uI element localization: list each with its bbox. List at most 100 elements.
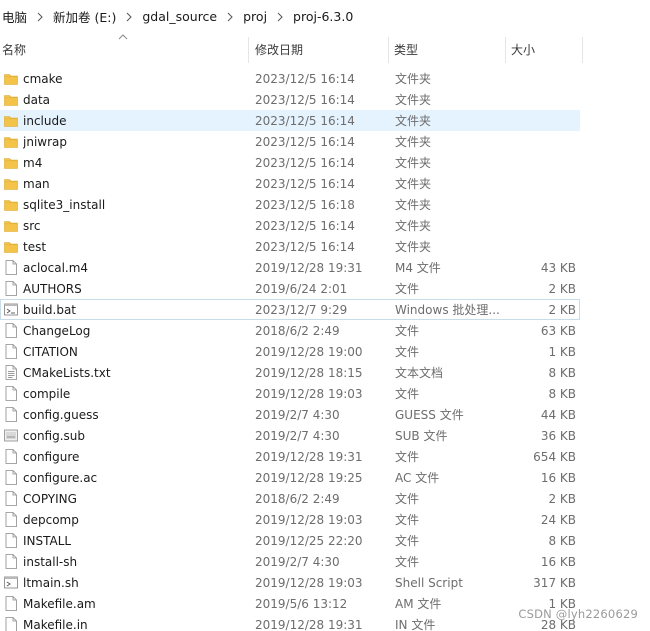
file-row-config-guess[interactable]: config.guess 2019/2/7 4:30 GUESS 文件 44 KB <box>0 404 580 425</box>
column-divider[interactable] <box>505 37 506 63</box>
file-type: 文件夹 <box>395 114 432 128</box>
breadcrumb-item-proj[interactable]: proj <box>241 9 269 24</box>
file-size <box>506 90 576 109</box>
modified-date: 2019/12/28 19:31 <box>255 261 363 275</box>
folder-icon <box>4 134 18 149</box>
file-type: 文件夹 <box>395 72 432 86</box>
file-size: 654 KB <box>533 450 576 464</box>
folder-icon <box>4 218 18 233</box>
modified-date: 2023/12/5 16:14 <box>255 114 355 128</box>
file-row-authors[interactable]: AUTHORS 2019/6/24 2:01 文件 2 KB <box>0 278 580 299</box>
file-type: 文件 <box>395 513 420 527</box>
folder-icon <box>4 239 18 254</box>
file-size <box>506 216 576 235</box>
breadcrumb-item-computer[interactable]: 电脑 <box>0 7 29 26</box>
file-size: 8 KB <box>548 366 576 380</box>
file-icon <box>4 470 18 485</box>
file-size <box>506 111 576 130</box>
watermark: CSDN @lyh2260629 <box>518 607 638 621</box>
file-icon <box>4 491 18 506</box>
modified-date: 2019/12/28 19:03 <box>255 387 363 401</box>
file-row-ltmain-sh[interactable]: ltmain.sh 2019/12/28 19:03 Shell Script 317… <box>0 572 580 593</box>
modified-date: 2023/12/5 16:14 <box>255 240 355 254</box>
file-row-data[interactable]: data 2023/12/5 16:14 文件夹 <box>0 89 580 110</box>
file-type: 文件 <box>395 324 420 338</box>
file-row-makefile-in[interactable]: Makefile.in 2019/12/28 19:31 IN 文件 28 KB <box>0 614 580 631</box>
file-size <box>506 237 576 256</box>
modified-date: 2018/6/2 2:49 <box>255 324 340 338</box>
chevron-right-icon[interactable] <box>118 10 140 23</box>
file-icon <box>4 407 18 422</box>
file-size: 2 KB <box>548 282 576 296</box>
modified-date: 2019/12/28 19:31 <box>255 450 363 464</box>
chevron-right-icon[interactable] <box>219 10 241 23</box>
file-name: COPYING <box>23 492 77 506</box>
column-header-size[interactable]: 大小 <box>511 33 581 63</box>
file-row-include[interactable]: include 2023/12/5 16:14 文件夹 <box>0 110 580 131</box>
column-header-name[interactable]: 名称 <box>2 33 248 63</box>
modified-date: 2019/12/28 19:25 <box>255 471 363 485</box>
file-type: IN 文件 <box>395 618 436 631</box>
file-row-configure-ac[interactable]: configure.ac 2019/12/28 19:25 AC 文件 16 KB <box>0 467 580 488</box>
column-header-type[interactable]: 类型 <box>394 33 504 63</box>
file-name: compile <box>23 387 71 401</box>
file-row-copying[interactable]: COPYING 2018/6/2 2:49 文件 2 KB <box>0 488 580 509</box>
file-row-config-sub[interactable]: config.sub 2019/2/7 4:30 SUB 文件 36 KB <box>0 425 580 446</box>
file-row-makefile-am[interactable]: Makefile.am 2019/5/6 13:12 AM 文件 1 KB <box>0 593 580 614</box>
file-row-changelog[interactable]: ChangeLog 2018/6/2 2:49 文件 63 KB <box>0 320 580 341</box>
file-row-install-sh[interactable]: install-sh 2019/2/7 4:30 文件 16 KB <box>0 551 580 572</box>
column-divider[interactable] <box>582 37 583 63</box>
file-name: INSTALL <box>23 534 72 548</box>
file-name: include <box>23 114 67 128</box>
file-row-test[interactable]: test 2023/12/5 16:14 文件夹 <box>0 236 580 257</box>
file-row-m4[interactable]: m4 2023/12/5 16:14 文件夹 <box>0 152 580 173</box>
modified-date: 2018/6/2 2:49 <box>255 492 340 506</box>
folder-icon <box>4 92 18 107</box>
modified-date: 2019/12/28 19:31 <box>255 618 363 631</box>
file-icon <box>4 260 18 275</box>
file-icon <box>4 323 18 338</box>
file-size: 63 KB <box>540 324 576 338</box>
column-header-date[interactable]: 修改日期 <box>255 33 387 63</box>
file-name: config.guess <box>23 408 99 422</box>
file-size: 2 KB <box>548 492 576 506</box>
file-row-configure[interactable]: configure 2019/12/28 19:31 文件 654 KB <box>0 446 580 467</box>
file-row-man[interactable]: man 2023/12/5 16:14 文件夹 <box>0 173 580 194</box>
file-row-install[interactable]: INSTALL 2019/12/25 22:20 文件 8 KB <box>0 530 580 551</box>
chevron-right-icon[interactable] <box>29 10 51 23</box>
file-type: AM 文件 <box>395 597 442 611</box>
file-row-depcomp[interactable]: depcomp 2019/12/28 19:03 文件 24 KB <box>0 509 580 530</box>
file-icon <box>4 512 18 527</box>
file-size: 8 KB <box>548 534 576 548</box>
script-file-icon <box>4 575 18 590</box>
column-divider[interactable] <box>248 37 249 63</box>
file-type: 文件 <box>395 387 420 401</box>
file-size: 8 KB <box>548 387 576 401</box>
file-row-jniwrap[interactable]: jniwrap 2023/12/5 16:14 文件夹 <box>0 131 580 152</box>
file-name: jniwrap <box>23 135 67 149</box>
file-name: test <box>23 240 47 254</box>
file-row-compile[interactable]: compile 2019/12/28 19:03 文件 8 KB <box>0 383 580 404</box>
file-size: 1 KB <box>548 345 576 359</box>
batch-file-icon <box>4 302 18 317</box>
file-icon <box>4 533 18 548</box>
file-row-cmakelists-txt[interactable]: CMakeLists.txt 2019/12/28 18:15 文本文档 8 KB <box>0 362 580 383</box>
file-size: 317 KB <box>533 576 576 590</box>
modified-date: 2019/2/7 4:30 <box>255 429 340 443</box>
text-file-icon <box>4 365 18 380</box>
file-type: 文件 <box>395 282 420 296</box>
file-row-src[interactable]: src 2023/12/5 16:14 文件夹 <box>0 215 580 236</box>
breadcrumb-item-gdal-source[interactable]: gdal_source <box>140 9 219 24</box>
file-name: data <box>23 93 51 107</box>
file-name: m4 <box>23 156 43 170</box>
file-row-aclocal-m4[interactable]: aclocal.m4 2019/12/28 19:31 M4 文件 43 KB <box>0 257 580 278</box>
chevron-right-icon[interactable] <box>269 10 291 23</box>
breadcrumb-item-drive[interactable]: 新加卷 (E:) <box>51 7 118 26</box>
file-row-cmake[interactable]: cmake 2023/12/5 16:14 文件夹 <box>0 68 580 89</box>
file-row-build-bat[interactable]: build.bat 2023/12/7 9:29 Windows 批处理... 2 K… <box>0 299 580 320</box>
column-divider[interactable] <box>388 37 389 63</box>
file-size: 44 KB <box>540 408 576 422</box>
file-row-citation[interactable]: CITATION 2019/12/28 19:00 文件 1 KB <box>0 341 580 362</box>
breadcrumb-item-proj-6-3-0[interactable]: proj-6.3.0 <box>291 9 355 24</box>
file-row-sqlite3-install[interactable]: sqlite3_install 2023/12/5 16:18 文件夹 <box>0 194 580 215</box>
